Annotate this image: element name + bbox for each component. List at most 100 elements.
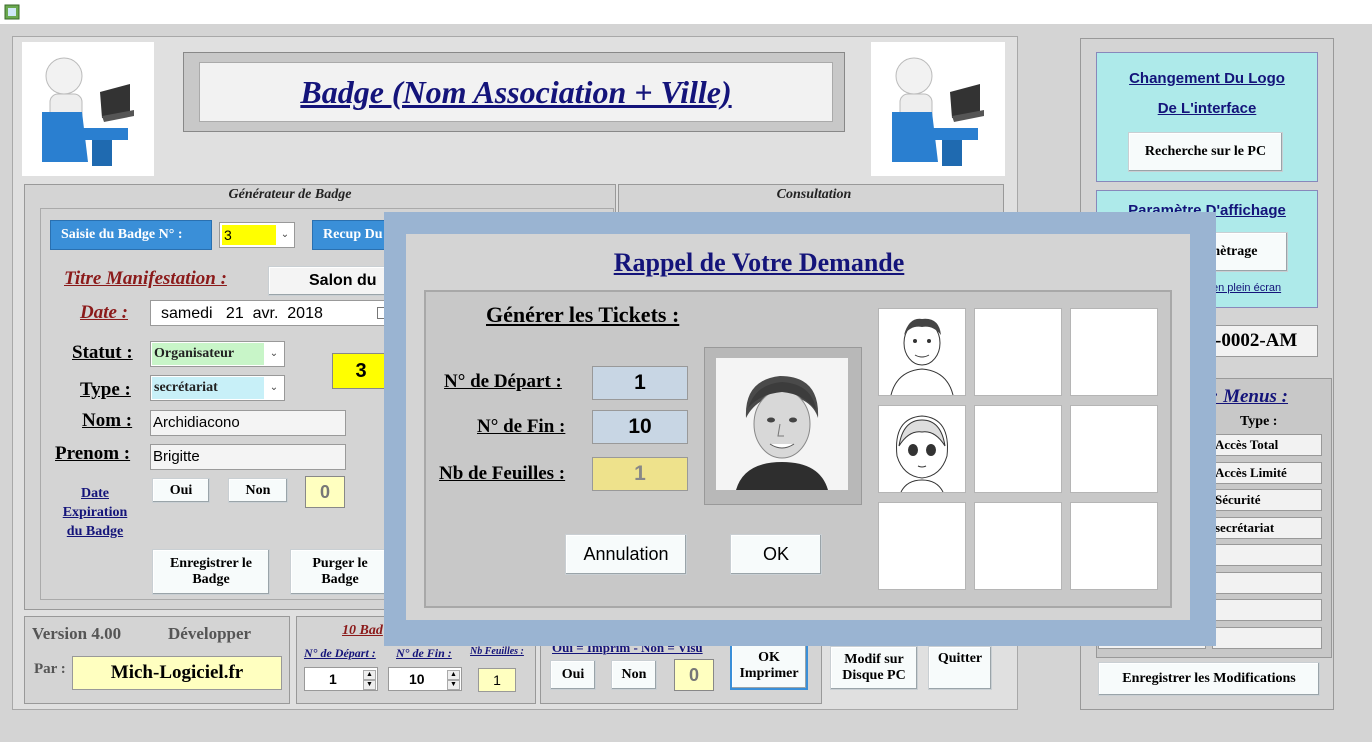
expiration-label-line1: Date [81,486,109,501]
quit-button[interactable]: Quitter [928,646,992,690]
saisie-badge-select[interactable]: 3 ⌄ [219,222,295,248]
titre-label: Titre Manifestation : [64,268,227,289]
purge-badge-button[interactable]: Purger le Badge [290,549,390,595]
search-pc-button[interactable]: Recherche sur le PC [1128,132,1283,172]
saisie-badge-label: Saisie du Badge N° : [50,220,212,250]
logo-title-line2: De L'interface [1157,100,1257,117]
access-type-cell[interactable] [1212,626,1322,649]
footer-depart-stepper[interactable]: 1 ▲ ▼ [304,667,378,691]
consultation-section-title: Consultation [776,187,852,202]
badge-grid-cell[interactable] [974,405,1062,493]
menus-title: : Menus : [1212,386,1289,407]
dialog-depart-value[interactable]: 1 [592,366,688,400]
tickets-title: 10 Bad [342,623,383,638]
statut-select[interactable]: Organisateur ⌄ [150,341,285,367]
modif-label-2: Disque PC [842,668,906,683]
fullscreen-link[interactable]: en plein écran [1212,282,1281,294]
badge-grid-cell-girl[interactable] [878,405,966,493]
type-select[interactable]: secrétariat ⌄ [150,375,285,401]
titre-field[interactable]: Salon du [268,266,392,296]
ok-button[interactable]: OK [730,534,822,575]
print-count: 0 [674,659,714,691]
saisie-badge-value: 3 [222,225,276,245]
access-type-cell[interactable]: Accès Limité [1212,461,1322,484]
generator-section-title: Générateur de Badge [228,187,352,202]
recup-button[interactable]: Recup Du [312,220,392,250]
logo-change-title: Changement Du Logo De L'interface [1096,64,1318,124]
chevron-down-icon[interactable]: ⌄ [278,227,292,243]
footer-feuilles-label: Nb Feuilles : [470,646,524,657]
footer-depart-label: N° de Départ : [304,646,376,660]
user-computer-logo-left [22,42,154,176]
save-modifications-button[interactable]: Enregistrer les Modifications [1098,662,1320,696]
save-badge-label-2: Badge [192,572,230,587]
nom-field[interactable]: Archidiacono [150,410,346,436]
badge-grid-cell[interactable] [1070,502,1158,590]
date-value: samedi 21 avr. 2018 [161,305,323,322]
badge-number-display: 3 [332,353,390,389]
expiration-oui-button[interactable]: Oui [152,478,210,503]
access-type-cell[interactable]: Accès Total [1212,434,1322,456]
chevron-down-icon[interactable]: ⌄ [267,380,281,396]
date-label: Date : [80,302,129,323]
save-badge-button[interactable]: Enregistrer le Badge [152,549,270,595]
access-type-cell[interactable]: Sécurité [1212,489,1322,511]
access-type-cell[interactable] [1212,571,1322,594]
dialog-title: Rappel de Votre Demande [613,248,905,277]
access-type-cell[interactable] [1212,544,1322,566]
purge-badge-label-2: Badge [321,572,359,587]
footer-fin-stepper[interactable]: 10 ▲ ▼ [388,667,462,691]
access-type-cell[interactable] [1212,599,1322,621]
badge-grid-cell[interactable] [974,308,1062,396]
dialog-feuilles-label: Nb de Feuilles : [439,463,566,484]
stepper-arrows[interactable]: ▲ ▼ [447,670,460,690]
type-value: secrétariat [152,377,264,399]
footer-feuilles-value: 1 [478,668,516,692]
badge-grid-cell-man[interactable] [878,308,966,396]
dialog-depart-label: N° de Départ : [444,371,562,392]
man-sketch-icon [890,318,954,396]
dialog-feuilles-value: 1 [592,457,688,491]
logo-title-line1: Changement Du Logo [1129,70,1285,87]
date-field[interactable]: samedi 21 avr. 2018 [150,300,392,326]
footer-fin-value: 10 [409,671,425,687]
expiration-label-line2: Expiration [62,505,128,520]
chevron-down-icon[interactable]: ⌄ [267,346,281,362]
stepper-arrows[interactable]: ▲ ▼ [363,670,376,690]
badge-grid-cell[interactable] [1070,308,1158,396]
access-type-cell[interactable]: secrétariat [1212,516,1322,539]
ok-print-label: OK [758,650,780,665]
user-computer-logo-right [871,42,1005,176]
app-icon [4,4,20,20]
author-label[interactable]: Mich-Logiciel.fr [72,656,282,690]
badge-grid-cell[interactable] [878,502,966,590]
statut-value: Organisateur [152,343,264,365]
girl-sketch-icon [896,415,948,493]
purge-badge-label-1: Purger le [312,556,368,571]
dialog-fin-value[interactable]: 10 [592,410,688,444]
footer-fin-label: N° de Fin : [396,646,452,660]
prenom-label: Prenom : [55,443,131,464]
portrait-photo [716,358,848,490]
annulation-button[interactable]: Annulation [565,534,687,575]
expiration-count: 0 [305,476,345,508]
print-oui-button[interactable]: Oui [550,660,596,690]
modif-disque-button[interactable]: Modif sur Disque PC [830,646,918,690]
badge-grid-cell[interactable] [1070,405,1158,493]
statut-label: Statut : [72,342,133,363]
type-header: Type : [1240,414,1278,429]
prenom-field[interactable]: Brigitte [150,444,346,470]
save-badge-label-1: Enregistrer le [169,556,253,571]
dialog-subtitle: Générer les Tickets : [486,302,680,327]
imprimer-label: Imprimer [739,666,799,681]
expiration-non-button[interactable]: Non [228,478,288,503]
expiration-label-line3: du Badge [66,524,124,539]
ok-print-button[interactable]: OK Imprimer [730,642,808,690]
type-label: Type : [80,379,131,400]
page-title: Badge (Nom Association + Ville) [300,73,732,110]
print-non-button[interactable]: Non [611,660,657,690]
badge-grid-cell[interactable] [974,502,1062,590]
modif-label-1: Modif sur [844,652,904,667]
dialog-fin-label: N° de Fin : [477,416,566,437]
par-label: Par : [34,661,66,677]
